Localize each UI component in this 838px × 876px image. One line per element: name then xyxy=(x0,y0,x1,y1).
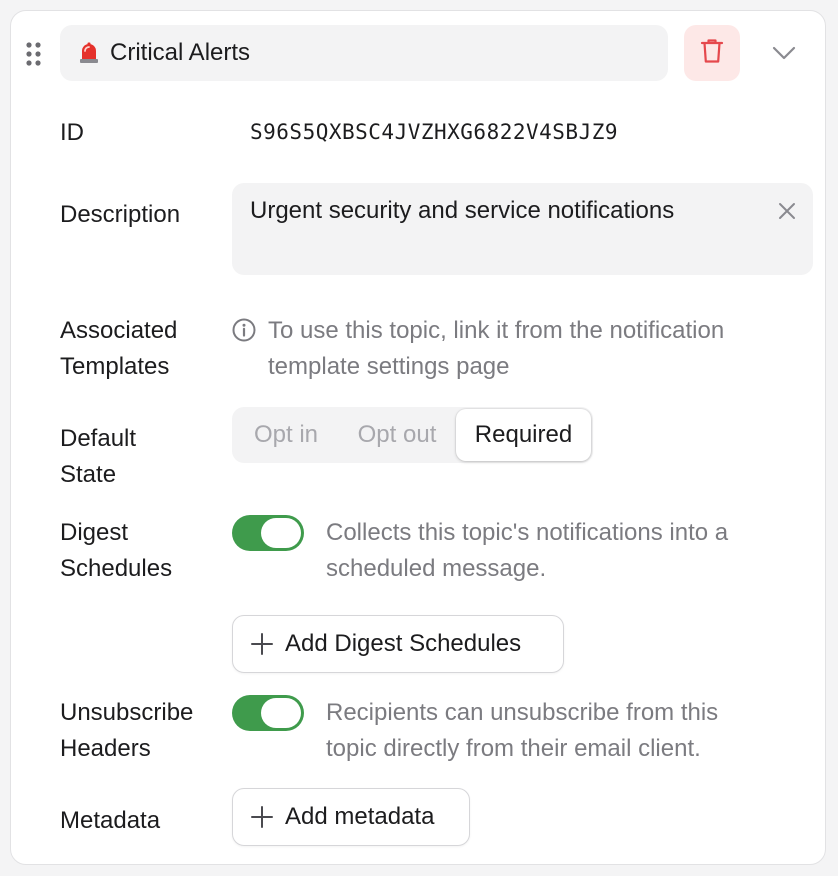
topic-card: Critical Alerts ID S96S5QXBSC4JVZHXG6822… xyxy=(10,10,826,865)
add-digest-schedules-button[interactable]: Add Digest Schedules xyxy=(232,615,564,673)
digest-help-line2: scheduled message. xyxy=(326,555,547,582)
associated-templates-label: Associated Templates xyxy=(60,313,177,385)
chevron-down-icon xyxy=(772,46,796,65)
topic-title-input[interactable]: Critical Alerts xyxy=(60,25,668,81)
unsubscribe-headers-toggle[interactable] xyxy=(232,695,304,731)
plus-icon xyxy=(251,806,273,828)
digest-schedules-help: Collects this topic's notifications into… xyxy=(326,515,806,587)
unsubscribe-help-line1: Recipients can unsubscribe from this xyxy=(326,699,719,726)
toggle-knob xyxy=(261,518,301,548)
default-state-segmented-control: Opt in Opt out Required xyxy=(232,407,593,463)
topic-title-text: Critical Alerts xyxy=(110,39,251,66)
digest-schedules-label-line1: Digest xyxy=(60,519,129,546)
associated-templates-label-line1: Associated xyxy=(60,317,178,344)
plus-icon xyxy=(251,633,273,655)
clear-description-button[interactable] xyxy=(775,201,799,225)
info-text-line1: To use this topic, link it from the noti… xyxy=(268,317,725,344)
unsubscribe-headers-label: Unsubscribe Headers xyxy=(60,695,193,767)
unsubscribe-headers-help: Recipients can unsubscribe from this top… xyxy=(326,695,806,767)
digest-schedules-label: Digest Schedules xyxy=(60,515,172,587)
digest-help-line1: Collects this topic's notifications into… xyxy=(326,519,729,546)
default-state-option-opt-out[interactable]: Opt out xyxy=(338,409,456,461)
description-text: Urgent security and service notification… xyxy=(250,197,675,224)
topic-id-value: S96S5QXBSC4JVZHXG6822V4SBJZ9 xyxy=(250,120,619,144)
siren-icon xyxy=(78,42,100,64)
default-state-label-line2: State xyxy=(60,461,117,488)
add-digest-schedules-label: Add Digest Schedules xyxy=(285,630,522,657)
delete-topic-button[interactable] xyxy=(684,25,740,81)
metadata-label: Metadata xyxy=(60,807,161,834)
trash-icon xyxy=(700,38,724,69)
default-state-option-opt-in[interactable]: Opt in xyxy=(234,409,338,461)
digest-schedules-toggle[interactable] xyxy=(232,515,304,551)
default-state-label-line1: Default xyxy=(60,425,137,452)
associated-templates-label-line2: Templates xyxy=(60,353,170,380)
description-input[interactable]: Urgent security and service notification… xyxy=(232,183,813,275)
id-label: ID xyxy=(60,119,84,146)
digest-schedules-label-line2: Schedules xyxy=(60,555,173,582)
default-state-label: Default State xyxy=(60,421,136,493)
description-label: Description xyxy=(60,201,181,228)
add-metadata-button[interactable]: Add metadata xyxy=(232,788,470,846)
close-icon xyxy=(778,202,796,225)
info-text-line2: template settings page xyxy=(268,353,510,380)
expand-collapse-button[interactable] xyxy=(764,35,804,75)
info-icon xyxy=(232,318,256,342)
toggle-knob xyxy=(261,698,301,728)
unsubscribe-headers-label-line1: Unsubscribe xyxy=(60,699,194,726)
add-metadata-label: Add metadata xyxy=(285,803,435,830)
default-state-option-required[interactable]: Required xyxy=(456,409,591,461)
drag-handle-icon[interactable] xyxy=(25,41,43,67)
unsubscribe-headers-label-line2: Headers xyxy=(60,735,151,762)
associated-templates-info: To use this topic, link it from the noti… xyxy=(268,313,798,385)
unsubscribe-help-line2: topic directly from their email client. xyxy=(326,735,701,762)
